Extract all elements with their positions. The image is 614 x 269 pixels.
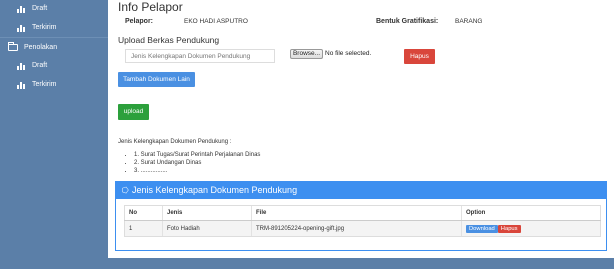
list-item: 1. Surat Tugas/Surat Perintah Perjalanan…	[134, 151, 260, 159]
sidebar-item-penolakan[interactable]: Penolakan	[8, 40, 57, 54]
table-row: 1 Foto Hadiah TRM-891205224-opening-gift…	[124, 220, 601, 237]
sidebar-item-draft[interactable]: Draft	[17, 1, 47, 15]
dokumen-table: No Jenis File Option 1 Foto Hadiah TRM-8…	[124, 205, 601, 237]
row-hapus-button[interactable]: Hapus	[497, 224, 521, 233]
page-title: Info Pelapor	[118, 0, 183, 14]
cell-file: TRM-891205224-opening-gift.jpg	[251, 220, 462, 237]
list-item: 2. Surat Undangan Dinas	[134, 159, 260, 167]
upload-section-title: Upload Berkas Pendukung	[118, 35, 220, 45]
jenis-list: 1. Surat Tugas/Surat Perintah Perjalanan…	[134, 151, 260, 175]
panel-header: ⭔ Jenis Kelengkapan Dokumen Pendukung	[116, 182, 606, 199]
bar-chart-icon	[17, 4, 26, 13]
gratifikasi-label: Bentuk Gratifikasi:	[376, 18, 439, 25]
sidebar-item-penolakan-terkirim[interactable]: Terkirim	[17, 77, 57, 91]
pelapor-label: Pelapor:	[125, 18, 154, 25]
cell-jenis: Foto Hadiah	[162, 220, 252, 237]
hapus-button[interactable]: Hapus	[404, 49, 435, 64]
tambah-dokumen-button[interactable]: Tambah Dokumen Lain	[118, 72, 195, 87]
list-item: 3. ................	[134, 167, 260, 175]
gratifikasi-value: BARANG	[455, 18, 483, 25]
sidebar-item-label: Draft	[32, 61, 48, 69]
jenis-dokumen-input[interactable]	[125, 49, 275, 63]
upload-button[interactable]: upload	[118, 104, 149, 120]
column-header: Option	[461, 205, 601, 221]
bottom-strip	[108, 258, 614, 269]
table-header-row: No Jenis File Option	[124, 205, 601, 221]
bar-chart-icon	[17, 80, 26, 89]
sidebar: Draft Terkirim Penolakan Draft Terkirim	[0, 0, 108, 269]
file-status-text: No file selected.	[325, 50, 372, 57]
cell-no: 1	[124, 220, 163, 237]
sidebar-item-label: Terkirim	[32, 80, 57, 88]
pelapor-value: EKO HADI ASPUTRO	[184, 18, 248, 25]
sidebar-divider	[0, 37, 108, 38]
cell-option: Download Hapus	[461, 220, 601, 237]
dokumen-panel: ⭔ Jenis Kelengkapan Dokumen Pendukung No…	[115, 181, 607, 251]
download-button[interactable]: Download	[466, 224, 498, 233]
sidebar-item-label: Penolakan	[24, 43, 58, 51]
share-icon: ⭔	[122, 186, 129, 195]
panel-title: Jenis Kelengkapan Dokumen Pendukung	[131, 185, 298, 195]
browse-button[interactable]: Browse...	[290, 49, 323, 59]
folder-icon	[8, 41, 18, 51]
sidebar-item-penolakan-draft[interactable]: Draft	[17, 58, 47, 72]
column-header: File	[251, 205, 462, 221]
column-header: Jenis	[162, 205, 252, 221]
sidebar-item-label: Terkirim	[32, 23, 57, 31]
sidebar-item-terkirim[interactable]: Terkirim	[17, 20, 57, 34]
jenis-list-title: Jenis Kelengkapan Dokumen Pendukung :	[118, 139, 232, 145]
sidebar-item-label: Draft	[32, 4, 48, 12]
column-header: No	[124, 205, 163, 221]
main-content: Info Pelapor Pelapor: EKO HADI ASPUTRO B…	[108, 0, 614, 269]
bar-chart-icon	[17, 61, 26, 70]
bar-chart-icon	[17, 23, 26, 32]
